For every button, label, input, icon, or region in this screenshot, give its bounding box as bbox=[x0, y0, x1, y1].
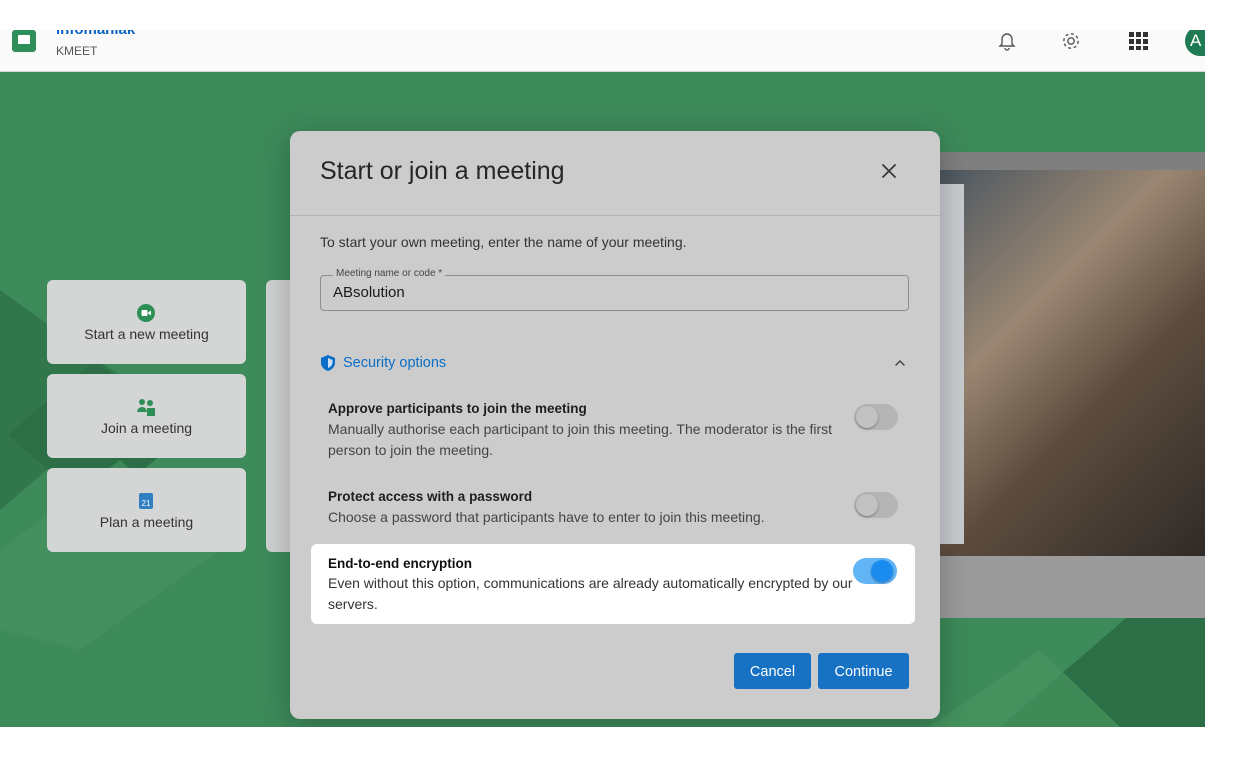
option-title: End-to-end encryption bbox=[328, 556, 472, 571]
approve-participants-option: Approve participants to join the meeting… bbox=[328, 401, 858, 461]
option-title: Protect access with a password bbox=[328, 489, 533, 504]
toggle-knob bbox=[856, 406, 878, 428]
close-icon[interactable] bbox=[879, 161, 899, 181]
approve-participants-toggle[interactable] bbox=[854, 404, 898, 430]
dialog-title: Start or join a meeting bbox=[320, 157, 565, 185]
encryption-option: End-to-end encryption Even without this … bbox=[328, 556, 853, 615]
option-description: Choose a password that participants have… bbox=[328, 509, 765, 525]
meeting-name-input[interactable] bbox=[333, 284, 893, 301]
meeting-name-label: Meeting name or code * bbox=[333, 268, 446, 279]
meeting-name-field[interactable]: Meeting name or code * bbox=[320, 268, 909, 311]
password-option: Protect access with a password Choose a … bbox=[328, 489, 858, 528]
encryption-option-highlight: End-to-end encryption Even without this … bbox=[311, 544, 915, 624]
dialog-divider bbox=[290, 215, 940, 216]
security-options-toggle[interactable]: Security options bbox=[320, 354, 909, 374]
toggle-knob bbox=[856, 494, 878, 516]
toggle-knob bbox=[871, 560, 893, 582]
encryption-toggle[interactable] bbox=[853, 558, 897, 584]
shield-icon bbox=[321, 355, 335, 371]
option-description: Even without this option, communications… bbox=[328, 575, 853, 612]
app-window: infomaniak KMEET A Start a new meeting bbox=[0, 30, 1205, 727]
option-title: Approve participants to join the meeting bbox=[328, 401, 587, 416]
dialog-intro-text: To start your own meeting, enter the nam… bbox=[320, 234, 687, 250]
cancel-button[interactable]: Cancel bbox=[734, 653, 811, 689]
continue-button[interactable]: Continue bbox=[818, 653, 909, 689]
chevron-up-icon[interactable] bbox=[893, 357, 907, 369]
option-description: Manually authorise each participant to j… bbox=[328, 421, 832, 458]
start-join-meeting-dialog: Start or join a meeting To start your ow… bbox=[290, 131, 940, 719]
password-toggle[interactable] bbox=[854, 492, 898, 518]
security-options-label: Security options bbox=[343, 355, 447, 371]
